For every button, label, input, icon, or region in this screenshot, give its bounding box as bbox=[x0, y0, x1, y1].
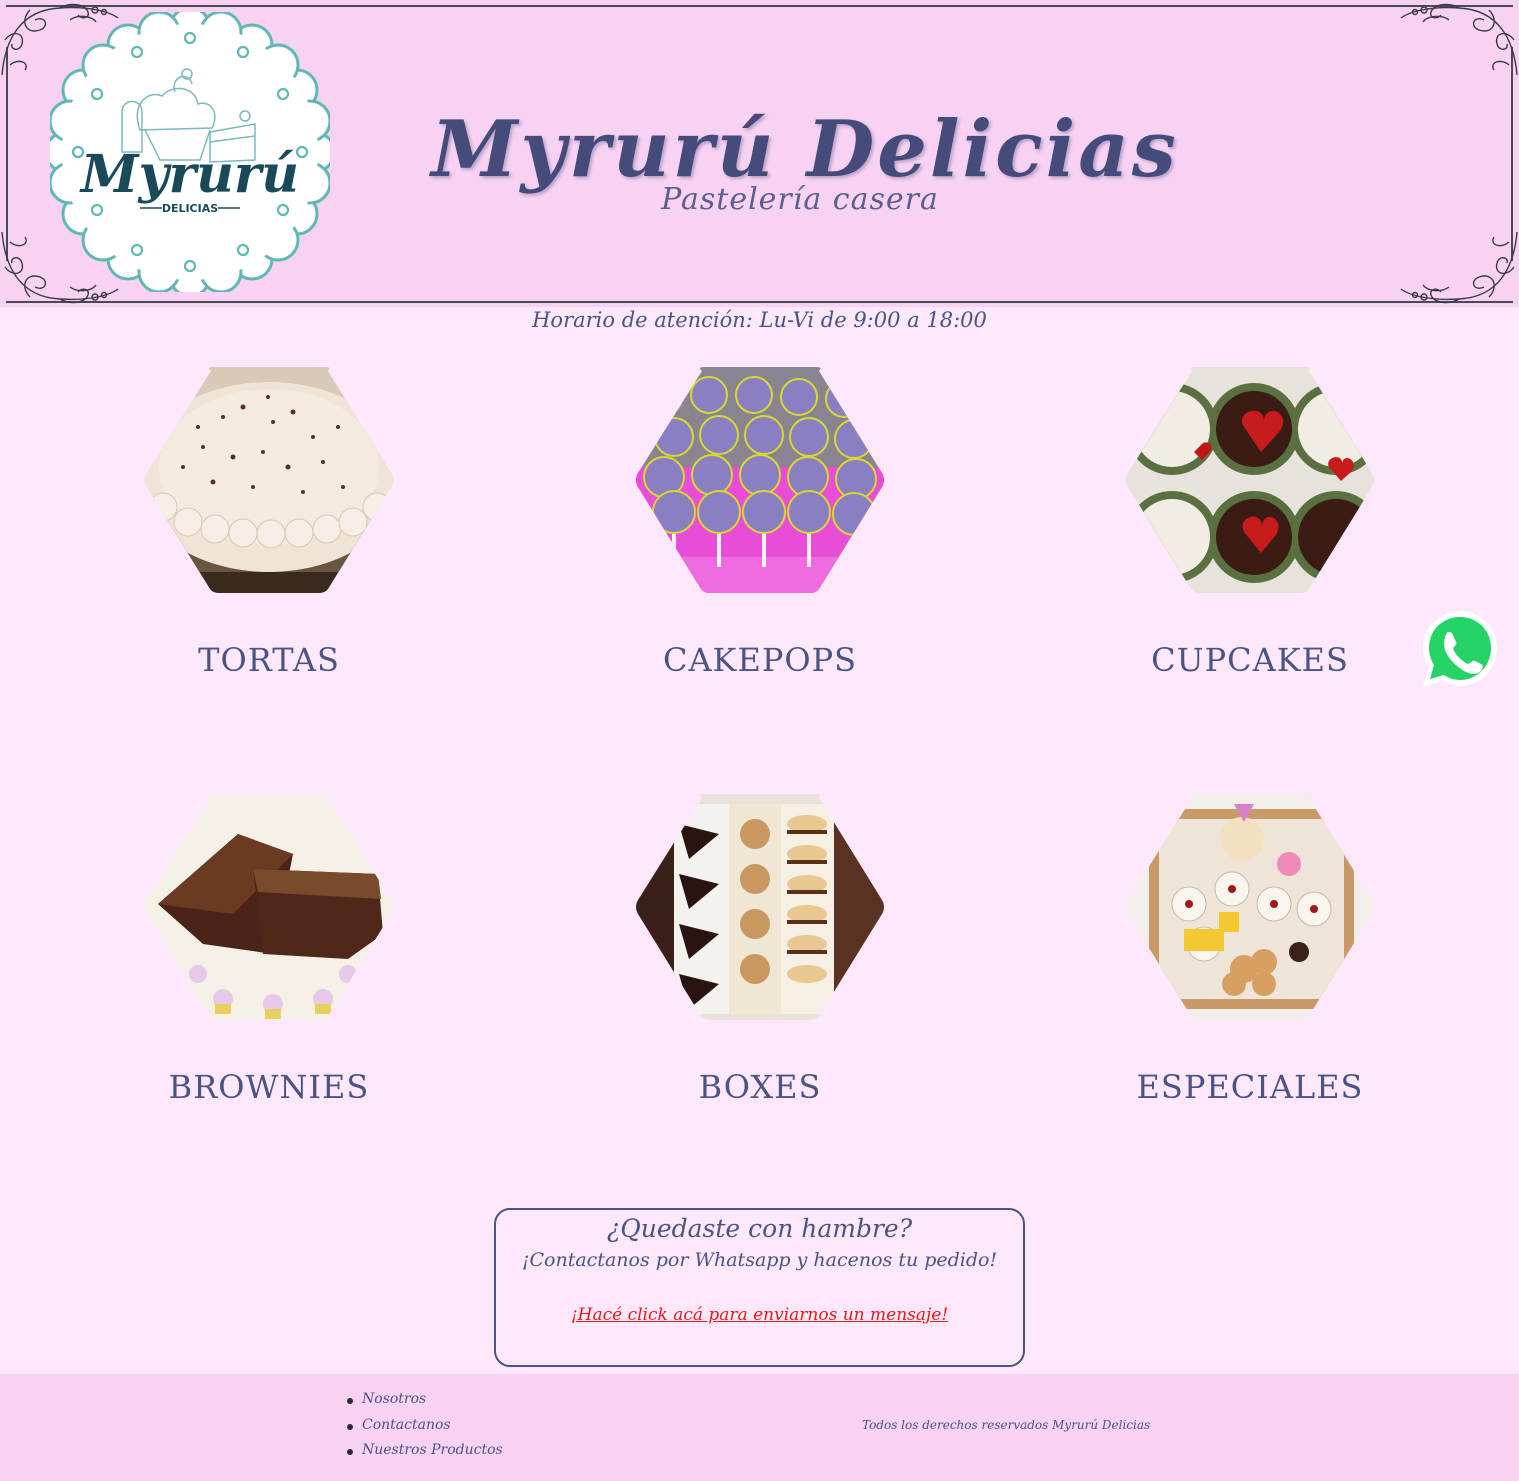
product-card-cupcakes[interactable]: CUPCAKES bbox=[1100, 367, 1400, 679]
site-subtitle: Pastelería casera bbox=[661, 182, 939, 217]
opening-hours: Horario de atención: Lu-Vi de 9:00 a 18:… bbox=[532, 308, 987, 332]
product-label[interactable]: BROWNIES bbox=[119, 1068, 419, 1106]
cta-text: ¡Contactanos por Whatsapp y hacenos tu p… bbox=[521, 1249, 998, 1271]
site-footer: Nosotros Contactanos Nuestros Productos … bbox=[0, 1374, 1519, 1481]
corner-flourish-icon bbox=[1399, 227, 1519, 307]
boxes-photo-icon[interactable] bbox=[634, 794, 886, 1020]
contact-cta-box: ¿Quedaste con hambre? ¡Contactanos por W… bbox=[494, 1208, 1025, 1367]
cupcakes-photo-icon[interactable] bbox=[1124, 367, 1376, 593]
cake-photo-icon[interactable] bbox=[143, 367, 395, 593]
product-label[interactable]: CUPCAKES bbox=[1100, 641, 1400, 679]
product-label[interactable]: TORTAS bbox=[119, 641, 419, 679]
whatsapp-float-button[interactable] bbox=[1419, 608, 1501, 690]
product-label[interactable]: BOXES bbox=[610, 1068, 910, 1106]
footer-nav: Nosotros Contactanos Nuestros Productos bbox=[345, 1391, 503, 1468]
product-card-especiales[interactable]: ESPECIALES bbox=[1100, 794, 1400, 1106]
footer-link-productos[interactable]: Nuestros Productos bbox=[345, 1442, 503, 1468]
copyright-text: Todos los derechos reservados Myrurú Del… bbox=[862, 1418, 1151, 1432]
product-label[interactable]: CAKEPOPS bbox=[610, 641, 910, 679]
especiales-photo-icon[interactable] bbox=[1124, 794, 1376, 1020]
product-label[interactable]: ESPECIALES bbox=[1100, 1068, 1400, 1106]
product-card-tortas[interactable]: TORTAS bbox=[119, 367, 419, 679]
brand-logo[interactable]: Myrurú DELICIAS bbox=[44, 6, 336, 298]
cakepops-photo-icon[interactable] bbox=[634, 367, 886, 593]
logo-subword: DELICIAS bbox=[162, 202, 218, 215]
product-card-brownies[interactable]: BROWNIES bbox=[119, 794, 419, 1106]
logo-wordmark: Myrurú bbox=[79, 144, 299, 205]
whatsapp-icon bbox=[1423, 611, 1497, 687]
corner-flourish-icon bbox=[1399, 0, 1519, 80]
product-card-boxes[interactable]: BOXES bbox=[610, 794, 910, 1106]
whatsapp-message-link[interactable]: ¡Hacé click acá para enviarnos un mensaj… bbox=[571, 1305, 948, 1325]
cta-title: ¿Quedaste con hambre? bbox=[606, 1214, 913, 1243]
site-header: Myrurú DELICIAS Myrurú Delicias Pasteler… bbox=[0, 0, 1519, 307]
footer-link-nosotros[interactable]: Nosotros bbox=[345, 1391, 503, 1417]
footer-link-contactanos[interactable]: Contactanos bbox=[345, 1417, 503, 1443]
brownies-photo-icon[interactable] bbox=[143, 794, 395, 1020]
product-card-cakepops[interactable]: CAKEPOPS bbox=[610, 367, 910, 679]
